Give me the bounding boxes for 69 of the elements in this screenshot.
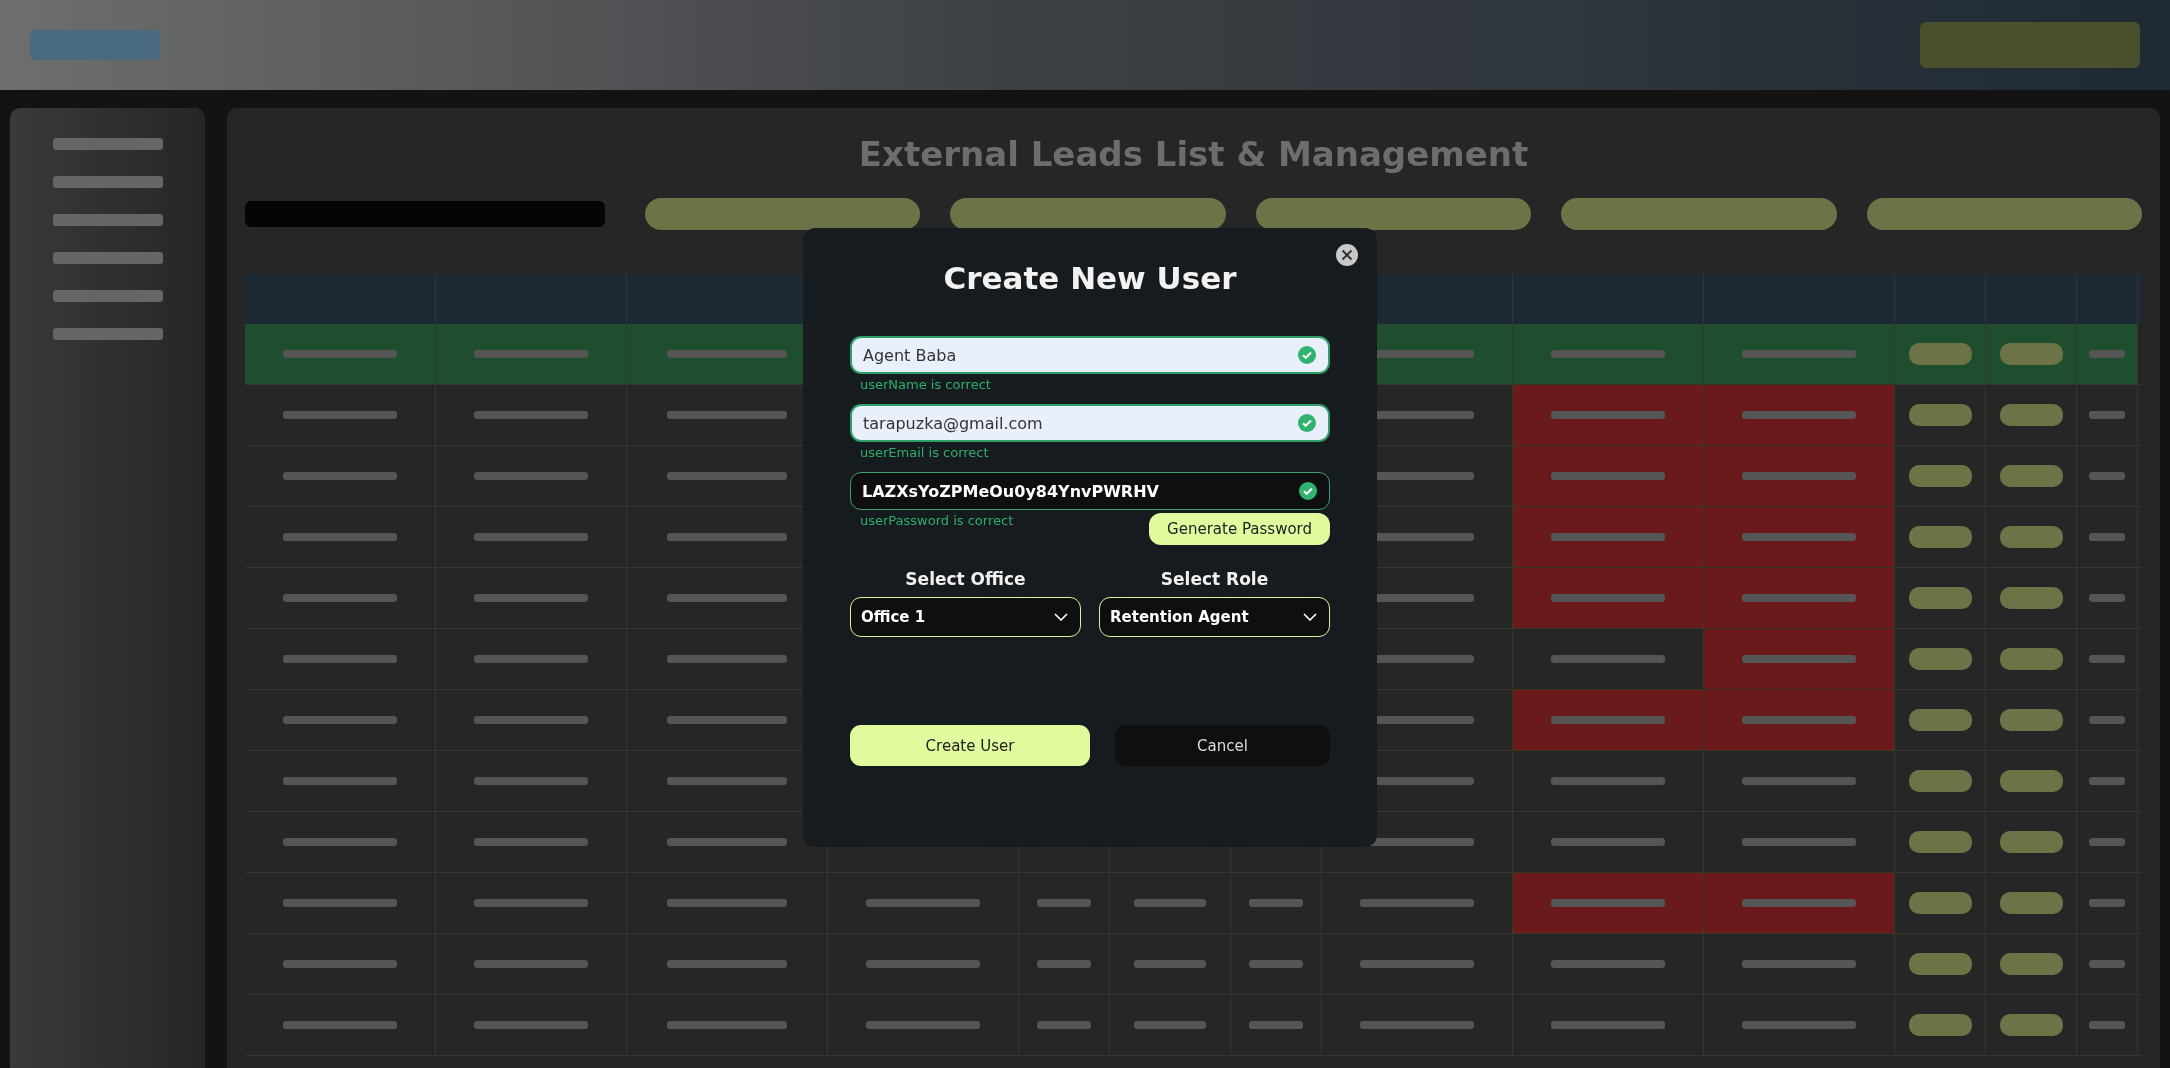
blurred-action-button[interactable] xyxy=(1999,831,2063,853)
text-field[interactable]: Agent Baba xyxy=(850,336,1330,374)
dropdown[interactable]: Office 1 xyxy=(850,597,1081,637)
blurred-text-bar xyxy=(1249,1021,1303,1029)
page-title: External Leads List & Management xyxy=(858,133,1529,176)
blurred-action-button[interactable] xyxy=(1999,526,2063,548)
select-label: Select Role xyxy=(1160,569,1269,589)
blurred-text-bar xyxy=(2089,777,2125,785)
blurred-text-bar xyxy=(1249,899,1303,907)
blurred-action-button[interactable] xyxy=(1908,770,1972,792)
chevron-down-icon xyxy=(1054,613,1068,621)
blurred-filter-button[interactable] xyxy=(645,198,921,230)
text-field[interactable]: LAZXsYoZPMeOu0y84YnvPWRHV xyxy=(850,472,1330,510)
blurred-action-button[interactable] xyxy=(1999,587,2063,609)
blurred-action-button[interactable] xyxy=(1908,465,1972,487)
validation-message: userEmail is correct xyxy=(859,444,989,460)
blurred-action-button[interactable] xyxy=(1999,404,2063,426)
blurred-action-button[interactable] xyxy=(1908,831,1972,853)
blurred-filter-button[interactable] xyxy=(1866,198,2143,230)
close-icon[interactable] xyxy=(1336,244,1358,266)
blurred-filter-button[interactable] xyxy=(1561,198,1837,230)
blurred-filter-button[interactable] xyxy=(950,198,1226,230)
blurred-action-button[interactable] xyxy=(1999,770,2063,792)
blurred-action-button[interactable] xyxy=(1999,953,2063,975)
blurred-text-bar xyxy=(2089,838,2125,846)
generate-password-button[interactable]: Generate Password xyxy=(1149,513,1330,545)
blurred-text-bar xyxy=(1037,960,1091,968)
blurred-action-button[interactable] xyxy=(1908,343,1972,365)
dialog-title: Create New User xyxy=(942,260,1238,296)
blurred-action-button[interactable] xyxy=(1908,587,1972,609)
blurred-action-button[interactable] xyxy=(1908,526,1972,548)
blurred-text-bar xyxy=(2089,594,2125,602)
blurred-text-bar xyxy=(1134,960,1206,968)
blurred-action-button[interactable] xyxy=(1908,1014,1972,1036)
blurred-text-bar xyxy=(1134,1021,1206,1029)
validation-message: userName is correct xyxy=(859,376,991,392)
blurred-text-bar xyxy=(1037,1021,1091,1029)
blurred-text-bar xyxy=(2089,655,2125,663)
blurred-text-bar xyxy=(2089,472,2125,480)
create-user-button[interactable]: Create User xyxy=(850,725,1090,766)
blurred-action-button[interactable] xyxy=(1908,892,1972,914)
validation-message: userPassword is correct xyxy=(859,512,1014,528)
blurred-action-button[interactable] xyxy=(1908,953,1972,975)
blurred-action-button[interactable] xyxy=(1999,1014,2063,1036)
blurred-action-button[interactable] xyxy=(1999,343,2063,365)
blurred-action-button[interactable] xyxy=(1908,648,1972,670)
dropdown[interactable]: Retention Agent xyxy=(1099,597,1330,637)
search-field[interactable] xyxy=(245,201,605,227)
blurred-text-bar xyxy=(1249,960,1303,968)
blurred-action-button[interactable] xyxy=(1999,648,2063,670)
blurred-action-button[interactable] xyxy=(1908,404,1972,426)
blurred-text-bar xyxy=(2089,411,2125,419)
cancel-button[interactable]: Cancel xyxy=(1115,725,1330,766)
blurred-text-bar xyxy=(2089,716,2125,724)
blurred-text-bar xyxy=(2089,350,2125,358)
blurred-text-bar xyxy=(2089,533,2125,541)
blurred-action-button[interactable] xyxy=(1908,709,1972,731)
blurred-text-bar xyxy=(2089,899,2125,907)
chevron-down-icon xyxy=(1303,613,1317,621)
blurred-action-button[interactable] xyxy=(1999,892,2063,914)
blurred-text-bar xyxy=(2089,960,2125,968)
text-field[interactable]: tarapuzka@gmail.com xyxy=(850,404,1330,442)
blurred-action-button[interactable] xyxy=(1999,465,2063,487)
blurred-filter-button[interactable] xyxy=(1255,198,1532,230)
blurred-text-bar xyxy=(2089,1021,2125,1029)
blurred-action-button[interactable] xyxy=(1999,709,2063,731)
select-label: Select Office xyxy=(905,569,1026,589)
blurred-text-bar xyxy=(1134,899,1206,907)
blurred-text-bar xyxy=(1037,899,1091,907)
